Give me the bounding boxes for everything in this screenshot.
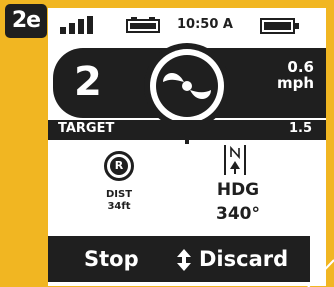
dist-label: DIST <box>105 189 133 200</box>
camera-battery-icon <box>126 17 160 33</box>
device-screen: 10:50 A 2 0.6 mph TARGET 1.5 R DIST 34ft <box>48 8 326 286</box>
heading-label: HDG <box>216 180 260 200</box>
target-value: 1.5 <box>288 121 312 136</box>
signal-bars-icon <box>60 16 96 34</box>
battery-icon <box>260 18 299 34</box>
route-badge-icon: R <box>104 151 134 181</box>
stop-button[interactable]: Stop <box>84 245 139 273</box>
dist-value: 34ft <box>107 201 131 212</box>
target-label: TARGET <box>58 121 115 136</box>
heading-value: 340° <box>216 204 260 224</box>
north-arrow-icon <box>224 145 246 175</box>
corner-decoration <box>307 259 334 287</box>
action-bar: Stop Discard <box>48 236 310 282</box>
target-row: TARGET 1.5 <box>48 120 326 140</box>
speed-level: 2 <box>74 59 102 105</box>
speed-unit: mph <box>276 74 314 92</box>
up-down-arrows-icon[interactable] <box>176 249 192 271</box>
step-tag: 2e <box>5 4 47 38</box>
discard-button[interactable]: Discard <box>199 245 288 273</box>
route-badge-letter: R <box>110 157 128 175</box>
clock: 10:50 A <box>177 17 233 32</box>
